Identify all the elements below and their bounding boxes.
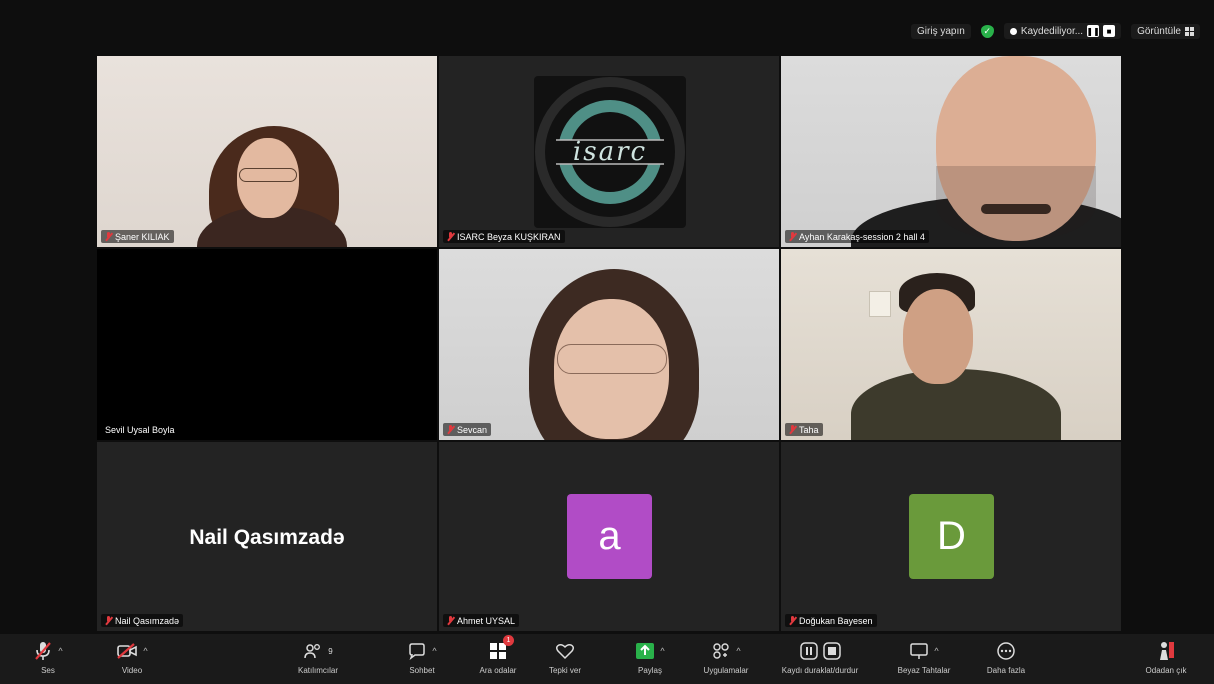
security-shield-icon[interactable]: ✓ (980, 24, 994, 38)
whiteboard-button[interactable]: ^ Beyaz Tahtalar (889, 638, 959, 675)
video-off-icon (117, 643, 138, 659)
participant-display-name: Nail Qasımzadə (189, 525, 345, 549)
participant-tile[interactable]: D Doğukan Bayesen (781, 442, 1121, 631)
record-controls-button[interactable]: Kaydı duraklat/durdur (765, 638, 875, 675)
mic-muted-icon (35, 642, 52, 660)
video-button[interactable]: ^ Video (97, 638, 167, 675)
participant-name-tag: Sevcan (443, 423, 492, 436)
more-button[interactable]: Daha fazla (971, 638, 1041, 675)
signin-button[interactable]: Giriş yapın (911, 23, 971, 39)
logo-text: isarc (572, 137, 648, 167)
chat-bubble-icon (409, 643, 426, 660)
audio-options-chevron-icon[interactable]: ^ (58, 646, 62, 656)
avatar: D (909, 494, 994, 579)
grid-view-icon (1185, 26, 1194, 36)
participant-name-tag: Sevil Uysal Boyla (101, 423, 179, 436)
leave-room-button[interactable]: Odadan çık (1131, 638, 1201, 675)
mic-muted-icon (447, 616, 454, 625)
reactions-button[interactable]: Tepki ver (530, 638, 600, 675)
apps-icon (713, 643, 730, 659)
video-options-chevron-icon[interactable]: ^ (143, 646, 147, 656)
participant-tile[interactable]: Sevcan (439, 249, 779, 440)
participant-tile[interactable]: isarc ISARC Beyza KUŞKIRAN (439, 56, 779, 247)
gallery-view: Şaner KILIAK isarc ISARC Beyza KUŞKIRAN … (97, 56, 1121, 631)
participants-count: 9 (328, 646, 333, 656)
participant-name-tag: Ahmet UYSAL (443, 614, 520, 627)
mic-muted-icon (789, 232, 796, 241)
participant-tile-active-speaker[interactable]: Ayhan Karakaş-session 2 hall 4 (781, 56, 1121, 247)
stop-recording-icon[interactable]: ■ (1103, 25, 1116, 37)
participant-name-tag: Şaner KILIAK (101, 230, 174, 243)
top-bar: Giriş yapın ✓ Kaydediliyor... ❚❚ ■ Görün… (911, 20, 1200, 42)
participant-tile[interactable]: Sevil Uysal Boyla (97, 249, 437, 440)
participant-name-tag: Doğukan Bayesen (785, 614, 877, 627)
stop-recording-icon (822, 642, 841, 660)
mic-muted-icon (447, 232, 454, 241)
breakout-rooms-button[interactable]: 1 Ara odalar (463, 635, 533, 675)
avatar: a (567, 494, 652, 579)
signin-label: Giriş yapın (917, 25, 965, 37)
participant-name-tag: Taha (785, 423, 823, 436)
heart-icon (555, 644, 575, 660)
recording-indicator[interactable]: Kaydediliyor... ❚❚ ■ (1003, 23, 1122, 39)
meeting-toolbar: ^ Ses ^ Video 9 Katılımcılar ^ Sohbet 1 … (0, 634, 1214, 684)
recording-label: Kaydediliyor... (1020, 25, 1084, 37)
mic-muted-icon (105, 616, 112, 625)
apps-options-chevron-icon[interactable]: ^ (736, 646, 740, 656)
leave-room-icon (1160, 642, 1174, 660)
notification-badge: 1 (503, 635, 514, 646)
pause-recording-icon[interactable]: ❚❚ (1086, 25, 1100, 37)
view-label: Görüntüle (1137, 25, 1181, 37)
recording-dot-icon (1009, 27, 1017, 35)
pause-recording-icon (799, 642, 818, 660)
participant-tile[interactable]: Nail Qasımzadə Nail Qasımzadə (97, 442, 437, 631)
whiteboard-icon (910, 643, 929, 659)
share-screen-icon (636, 643, 655, 659)
share-screen-button[interactable]: ^ Paylaş (615, 638, 685, 675)
video-feed (781, 249, 1121, 440)
mic-muted-icon (789, 425, 796, 434)
mic-muted-icon (105, 232, 112, 241)
chat-button[interactable]: ^ Sohbet (387, 638, 457, 675)
video-feed (439, 249, 779, 440)
more-options-icon (997, 642, 1015, 660)
participant-tile[interactable]: a Ahmet UYSAL (439, 442, 779, 631)
chat-options-chevron-icon[interactable]: ^ (432, 646, 436, 656)
participant-tile[interactable]: Şaner KILIAK (97, 56, 437, 247)
meeting-window: Giriş yapın ✓ Kaydediliyor... ❚❚ ■ Görün… (0, 0, 1214, 684)
mic-muted-icon (789, 616, 796, 625)
participant-name-tag: Ayhan Karakaş-session 2 hall 4 (785, 230, 929, 243)
view-button[interactable]: Görüntüle (1131, 23, 1200, 39)
mic-muted-icon (447, 425, 454, 434)
video-feed (781, 56, 1121, 247)
video-feed (97, 56, 437, 247)
video-feed: isarc (439, 56, 779, 247)
participant-name-tag: Nail Qasımzadə (101, 614, 184, 627)
participants-button[interactable]: 9 Katılımcılar (283, 638, 353, 675)
whiteboard-options-chevron-icon[interactable]: ^ (934, 646, 938, 656)
participant-tile[interactable]: Taha (781, 249, 1121, 440)
apps-button[interactable]: ^ Uygulamalar (691, 638, 761, 675)
participant-name-tag: ISARC Beyza KUŞKIRAN (443, 230, 565, 243)
audio-button[interactable]: ^ Ses (13, 638, 83, 675)
share-options-chevron-icon[interactable]: ^ (660, 646, 664, 656)
participants-icon (304, 644, 321, 659)
isarc-logo: isarc (534, 76, 686, 228)
